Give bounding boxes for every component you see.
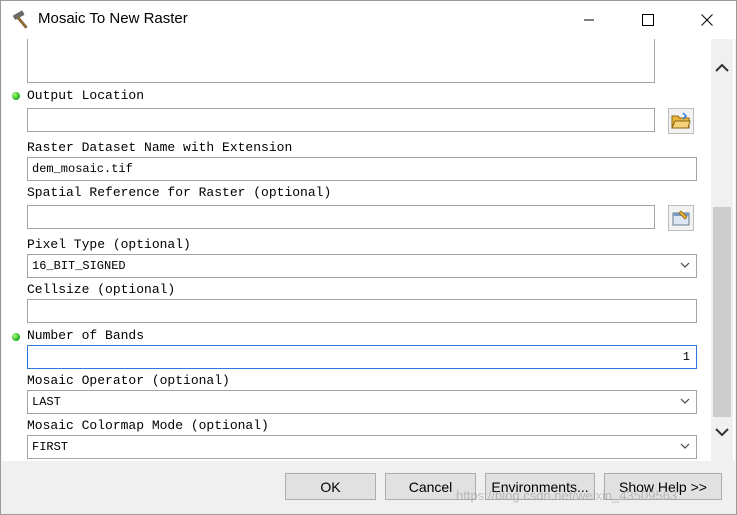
colormap-mode-select[interactable]: FIRST [27, 435, 697, 459]
cellsize-label: Cellsize (optional) [27, 282, 176, 297]
pixel-type-label: Pixel Type (optional) [27, 237, 191, 252]
minimize-icon [584, 19, 594, 21]
mosaic-operator-value: LAST [32, 395, 61, 409]
chevron-down-icon [680, 262, 690, 268]
number-of-bands-label: Number of Bands [27, 328, 145, 343]
number-of-bands-input[interactable]: 1 [27, 345, 697, 369]
spatial-reference-label: Spatial Reference for Raster (optional) [27, 185, 332, 200]
ok-button[interactable]: OK [285, 473, 376, 500]
browse-output-location-button[interactable] [668, 108, 694, 134]
close-icon [701, 14, 713, 26]
raster-name-input[interactable]: dem_mosaic.tif [27, 157, 697, 181]
properties-icon [672, 210, 690, 226]
required-indicator-icon [12, 333, 20, 341]
required-indicator-icon [12, 92, 20, 100]
open-folder-icon [671, 112, 691, 129]
chevron-down-icon [680, 443, 690, 449]
cellsize-input[interactable] [27, 299, 697, 323]
minimize-button[interactable] [566, 1, 612, 39]
chevron-down-icon [680, 398, 690, 404]
input-rasters-list[interactable] [27, 39, 655, 83]
colormap-mode-label: Mosaic Colormap Mode (optional) [27, 418, 269, 433]
maximize-icon [642, 14, 654, 26]
pixel-type-select[interactable]: 16_BIT_SIGNED [27, 254, 697, 278]
mosaic-operator-label: Mosaic Operator (optional) [27, 373, 230, 388]
watermark-text: https://blog.csdn.net/weixin_43509563 [456, 488, 678, 503]
hammer-icon [13, 10, 28, 29]
output-location-input[interactable] [27, 108, 655, 132]
scroll-down-button[interactable] [713, 425, 731, 439]
window-title: Mosaic To New Raster [38, 10, 188, 27]
close-button[interactable] [684, 1, 730, 39]
colormap-mode-value: FIRST [32, 440, 69, 454]
title-bar: Mosaic To New Raster [1, 1, 736, 39]
dialog-window: Mosaic To New Raster Output Location Ras… [0, 0, 737, 515]
scroll-up-button[interactable] [713, 61, 731, 75]
raster-name-label: Raster Dataset Name with Extension [27, 140, 293, 155]
mosaic-operator-select[interactable]: LAST [27, 390, 697, 414]
maximize-button[interactable] [625, 1, 671, 39]
spatial-reference-properties-button[interactable] [668, 205, 694, 231]
pixel-type-value: 16_BIT_SIGNED [32, 259, 126, 273]
spatial-reference-input[interactable] [27, 205, 655, 229]
chevron-up-icon [715, 63, 729, 72]
scrollbar-thumb[interactable] [713, 207, 731, 417]
output-location-label: Output Location [27, 88, 145, 103]
chevron-down-icon [715, 428, 729, 437]
parameters-panel[interactable]: Output Location Raster Dataset Name with… [2, 39, 735, 461]
